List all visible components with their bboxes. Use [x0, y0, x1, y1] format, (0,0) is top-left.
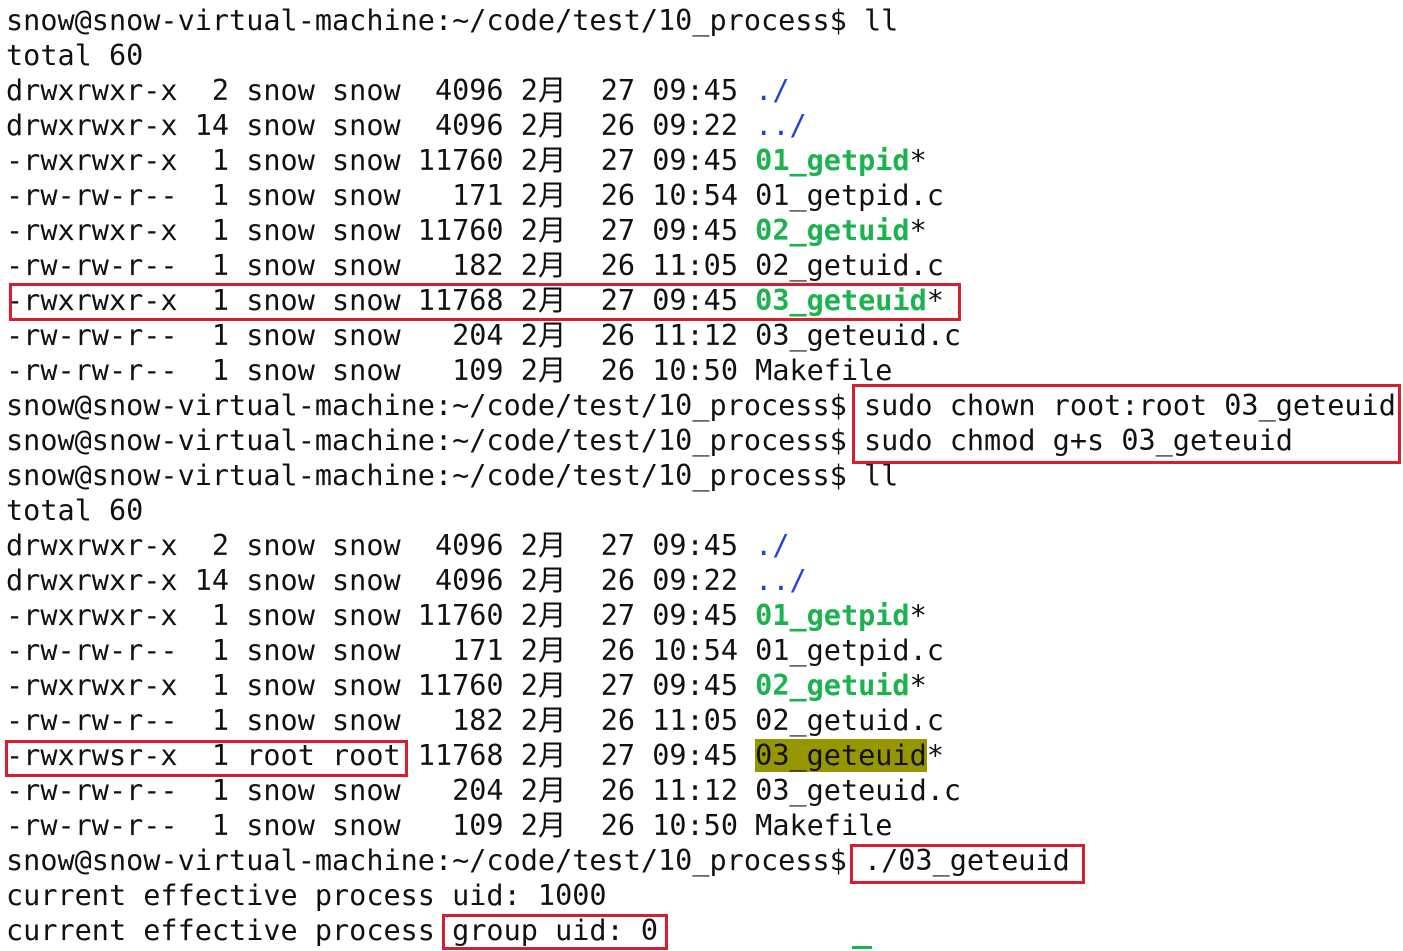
- file-type-suffix: *: [909, 669, 927, 702]
- file-entry: -rwxrwxr-x 1 snow snow 11768 2月 27 09:45…: [6, 283, 1396, 318]
- command-text: ll: [863, 459, 899, 492]
- file-entry: -rw-rw-r-- 1 snow snow 171 2月 26 10:54 0…: [6, 178, 1396, 213]
- file-entry: -rw-rw-r-- 1 snow snow 204 2月 26 11:12 0…: [6, 773, 1396, 808]
- output-text: total 60: [6, 494, 144, 527]
- command-text: ./03_geteuid: [863, 844, 1070, 877]
- file-entry: -rwxrwxr-x 1 snow snow 11760 2月 27 09:45…: [6, 668, 1396, 703]
- file-type-suffix: *: [926, 739, 944, 772]
- file-meta: -rw-rw-r-- 1 snow snow 171 2月 26 10:54: [6, 634, 756, 667]
- prompt-text: snow@snow-virtual-machine:~/code/test/10…: [6, 459, 864, 492]
- file-name: ./: [755, 74, 790, 107]
- output-line: current effective process uid: 1000: [6, 878, 1396, 913]
- file-entry: -rw-rw-r-- 1 snow snow 182 2月 26 11:05 0…: [6, 248, 1396, 283]
- file-name: ../: [755, 109, 807, 142]
- file-meta: -rw-rw-r-- 1 snow snow 182 2月 26 11:05: [6, 249, 756, 282]
- file-meta: -rwxrwsr-x 1 root root 11768 2月 27 09:45: [6, 739, 756, 772]
- command-text: ll: [863, 4, 899, 37]
- terminal-output: snow@snow-virtual-machine:~/code/test/10…: [6, 3, 1396, 948]
- file-entry: drwxrwxr-x 14 snow snow 4096 2月 26 09:22…: [6, 563, 1396, 598]
- file-name: 02_getuid: [755, 669, 910, 702]
- file-name: 03_geteuid: [755, 739, 927, 772]
- file-meta: -rw-rw-r-- 1 snow snow 171 2月 26 10:54: [6, 179, 756, 212]
- file-name: ./: [755, 529, 790, 562]
- prompt-text: snow@snow-virtual-machine:~/code/test/10…: [6, 389, 864, 422]
- command-text: sudo chmod g+s 03_geteuid: [863, 424, 1293, 457]
- output-line: total 60: [6, 38, 1396, 73]
- file-entry: drwxrwxr-x 2 snow snow 4096 2月 27 09:45 …: [6, 528, 1396, 563]
- file-name: 02_getuid.c: [755, 704, 944, 737]
- file-entry: drwxrwxr-x 14 snow snow 4096 2月 26 09:22…: [6, 108, 1396, 143]
- prompt-line: snow@snow-virtual-machine:~/code/test/10…: [6, 388, 1396, 423]
- output-text: current effective process uid: 1000: [6, 879, 607, 912]
- terminal-cursor: [852, 946, 872, 949]
- file-type-suffix: *: [909, 214, 927, 247]
- prompt-line: snow@snow-virtual-machine:~/code/test/10…: [6, 458, 1396, 493]
- prompt-text: snow@snow-virtual-machine:~/code/test/10…: [6, 4, 864, 37]
- file-entry: -rwxrwxr-x 1 snow snow 11760 2月 27 09:45…: [6, 213, 1396, 248]
- file-entry: -rwxrwxr-x 1 snow snow 11760 2月 27 09:45…: [6, 598, 1396, 633]
- prompt-text: snow@snow-virtual-machine:~/code/test/10…: [6, 844, 864, 877]
- file-name: 01_getpid.c: [755, 179, 944, 212]
- prompt-line: snow@snow-virtual-machine:~/code/test/10…: [6, 423, 1396, 458]
- output-text: total 60: [6, 39, 144, 72]
- output-line: current effective process group uid: 0: [6, 913, 1396, 948]
- file-meta: drwxrwxr-x 14 snow snow 4096 2月 26 09:22: [6, 109, 756, 142]
- file-entry: -rw-rw-r-- 1 snow snow 109 2月 26 10:50 M…: [6, 808, 1396, 843]
- file-entry: -rw-rw-r-- 1 snow snow 204 2月 26 11:12 0…: [6, 318, 1396, 353]
- file-entry: -rw-rw-r-- 1 snow snow 171 2月 26 10:54 0…: [6, 633, 1396, 668]
- file-type-suffix: *: [926, 284, 944, 317]
- file-meta: -rwxrwxr-x 1 snow snow 11760 2月 27 09:45: [6, 599, 756, 632]
- file-name: 02_getuid.c: [755, 249, 944, 282]
- file-type-suffix: *: [909, 144, 927, 177]
- prompt-line: snow@snow-virtual-machine:~/code/test/10…: [6, 843, 1396, 878]
- file-meta: -rw-rw-r-- 1 snow snow 109 2月 26 10:50: [6, 354, 756, 387]
- prompt-line: snow@snow-virtual-machine:~/code/test/10…: [6, 3, 1396, 38]
- file-name: 01_getpid: [755, 599, 910, 632]
- file-meta: drwxrwxr-x 14 snow snow 4096 2月 26 09:22: [6, 564, 756, 597]
- file-type-suffix: *: [909, 599, 927, 632]
- file-entry: -rwxrwxr-x 1 snow snow 11760 2月 27 09:45…: [6, 143, 1396, 178]
- file-entry: drwxrwxr-x 2 snow snow 4096 2月 27 09:45 …: [6, 73, 1396, 108]
- file-entry: -rw-rw-r-- 1 snow snow 182 2月 26 11:05 0…: [6, 703, 1396, 738]
- file-name: 03_geteuid: [755, 284, 927, 317]
- file-entry: -rwxrwsr-x 1 root root 11768 2月 27 09:45…: [6, 738, 1396, 773]
- file-name: 03_geteuid.c: [755, 774, 962, 807]
- file-meta: -rw-rw-r-- 1 snow snow 182 2月 26 11:05: [6, 704, 756, 737]
- file-name: 01_getpid.c: [755, 634, 944, 667]
- file-meta: -rwxrwxr-x 1 snow snow 11760 2月 27 09:45: [6, 214, 756, 247]
- file-meta: drwxrwxr-x 2 snow snow 4096 2月 27 09:45: [6, 74, 756, 107]
- command-text: sudo chown root:root 03_geteuid: [863, 389, 1396, 422]
- file-name: Makefile: [755, 809, 893, 842]
- prompt-text: snow@snow-virtual-machine:~/code/test/10…: [6, 424, 864, 457]
- file-meta: -rw-rw-r-- 1 snow snow 109 2月 26 10:50: [6, 809, 756, 842]
- file-meta: -rwxrwxr-x 1 snow snow 11760 2月 27 09:45: [6, 144, 756, 177]
- file-meta: -rw-rw-r-- 1 snow snow 204 2月 26 11:12: [6, 774, 756, 807]
- file-entry: -rw-rw-r-- 1 snow snow 109 2月 26 10:50 M…: [6, 353, 1396, 388]
- file-meta: drwxrwxr-x 2 snow snow 4096 2月 27 09:45: [6, 529, 756, 562]
- file-name: ../: [755, 564, 807, 597]
- file-meta: -rw-rw-r-- 1 snow snow 204 2月 26 11:12: [6, 319, 756, 352]
- file-meta: -rwxrwxr-x 1 snow snow 11768 2月 27 09:45: [6, 284, 756, 317]
- file-name: Makefile: [755, 354, 893, 387]
- file-name: 03_geteuid.c: [755, 319, 962, 352]
- file-name: 02_getuid: [755, 214, 910, 247]
- output-text: current effective process group uid: 0: [6, 914, 659, 947]
- output-line: total 60: [6, 493, 1396, 528]
- file-name: 01_getpid: [755, 144, 910, 177]
- file-meta: -rwxrwxr-x 1 snow snow 11760 2月 27 09:45: [6, 669, 756, 702]
